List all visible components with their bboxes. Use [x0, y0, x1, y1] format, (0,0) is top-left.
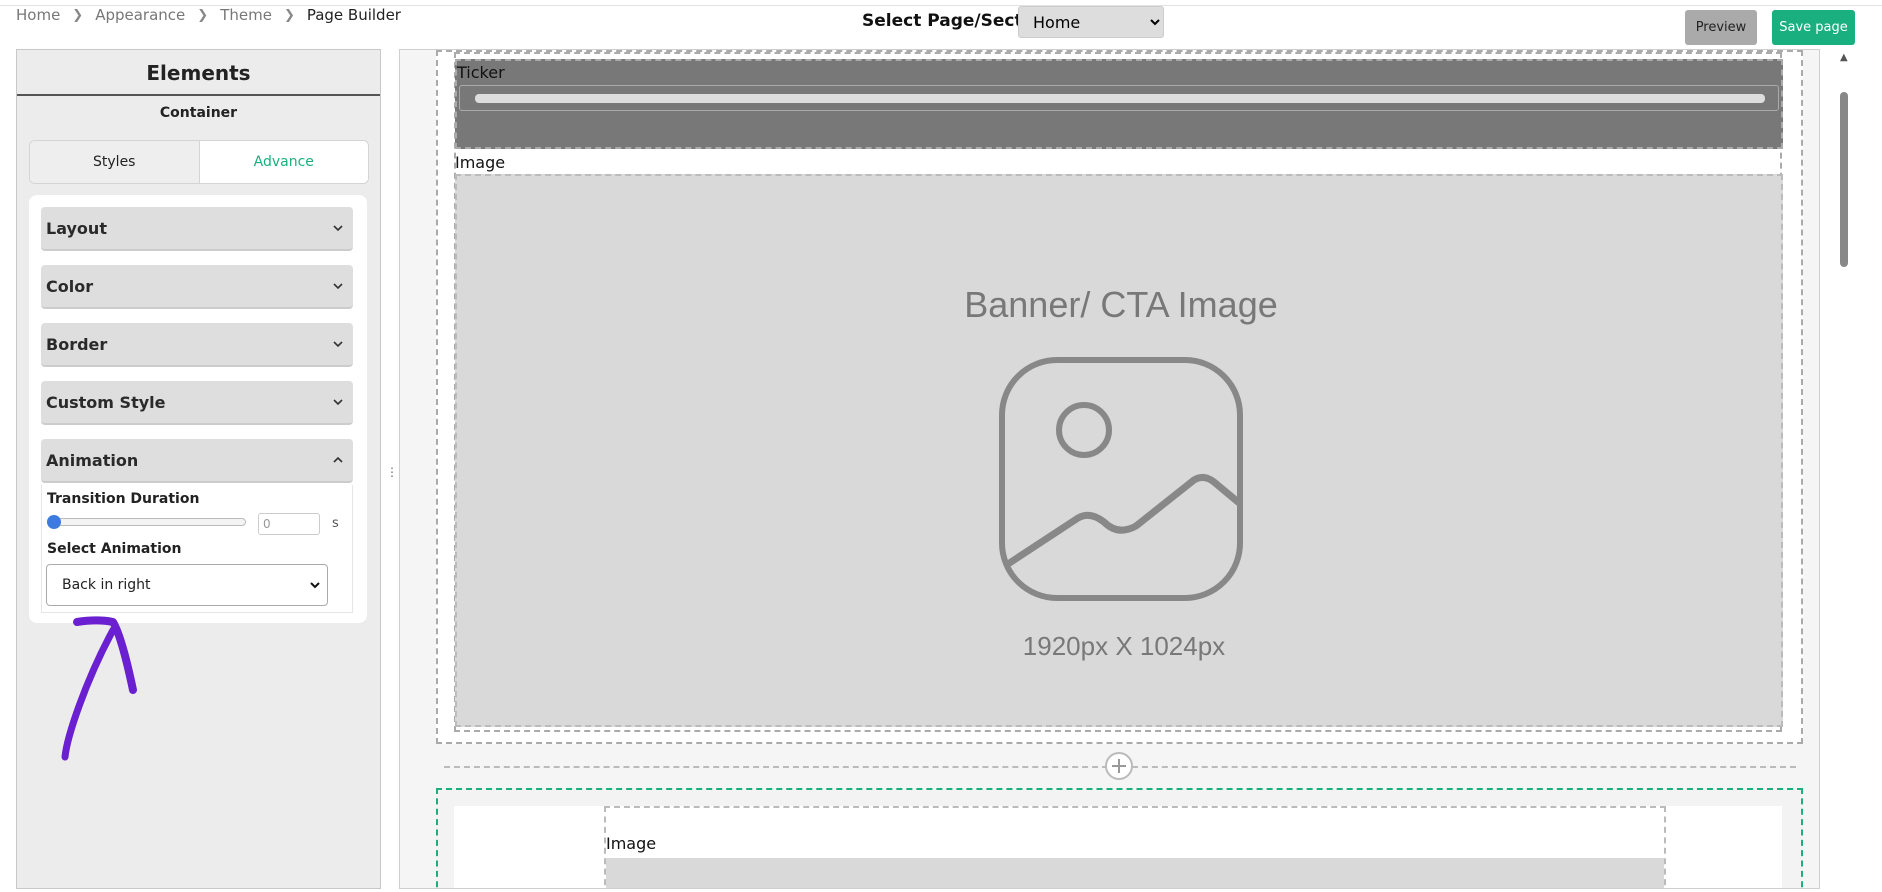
- tab-advance[interactable]: Advance: [199, 141, 368, 183]
- animation-select-value: Back in right: [62, 577, 151, 593]
- advance-panel: Layout Color Border Custom Style Animati…: [29, 195, 367, 623]
- sidebar-tabs: Styles Advance: [29, 140, 369, 184]
- tab-styles[interactable]: Styles: [30, 141, 200, 183]
- annotation-arrow-icon: [61, 616, 137, 761]
- scrollbar-thumb[interactable]: [1840, 92, 1848, 267]
- scroll-up-icon[interactable]: ▲: [1840, 52, 1848, 63]
- duration-slider-thumb[interactable]: [47, 515, 61, 529]
- accordion-label: Border: [46, 334, 108, 354]
- breadcrumb: Home ❯ Appearance ❯ Theme ❯ Page Builder: [16, 6, 401, 24]
- plus-icon: [1112, 759, 1126, 773]
- chevron-right-icon: ❯: [283, 7, 295, 23]
- preview-button[interactable]: Preview: [1685, 10, 1757, 45]
- second-image-placeholder: [606, 858, 1664, 888]
- accordion-layout[interactable]: Layout: [41, 207, 353, 251]
- duration-unit: s: [332, 516, 339, 531]
- chevron-down-icon: [310, 582, 320, 589]
- resize-handle-icon[interactable]: ⋮: [386, 465, 398, 479]
- selected-section[interactable]: Image: [436, 788, 1803, 888]
- chevron-down-icon: [333, 283, 343, 290]
- chevron-right-icon: ❯: [197, 7, 209, 23]
- accordion-label: Layout: [46, 218, 107, 238]
- breadcrumb-appearance[interactable]: Appearance: [95, 6, 185, 24]
- breadcrumb-theme[interactable]: Theme: [220, 6, 272, 24]
- accordion-border[interactable]: Border: [41, 323, 353, 367]
- banner-image-placeholder[interactable]: Banner/ CTA Image 1920px X 1024px: [455, 174, 1783, 727]
- second-image-label: Image: [606, 834, 657, 853]
- animation-select[interactable]: Back in right: [46, 564, 328, 606]
- breadcrumb-current: Page Builder: [306, 6, 401, 24]
- add-section-button[interactable]: [1105, 752, 1133, 780]
- sidebar-subtitle: Container: [159, 105, 238, 121]
- chevron-up-icon: [333, 456, 343, 463]
- accordion-label: Animation: [46, 450, 139, 470]
- chevron-down-icon: [333, 225, 343, 232]
- accordion-custom-style[interactable]: Custom Style: [41, 381, 353, 425]
- elements-sidebar: Elements Container Styles Advance Layout…: [16, 49, 381, 889]
- banner-title: Banner/ CTA Image: [964, 284, 1278, 325]
- accordion-label: Color: [46, 276, 94, 296]
- banner-size: 1920px X 1024px: [1022, 631, 1226, 661]
- top-bar: Home ❯ Appearance ❯ Theme ❯ Page Builder…: [0, 0, 1882, 50]
- duration-input[interactable]: 0: [258, 513, 320, 535]
- transition-duration-label: Transition Duration: [47, 491, 200, 507]
- page-section-select[interactable]: Home: [1018, 6, 1164, 38]
- chevron-right-icon: ❯: [72, 7, 84, 23]
- banner-section[interactable]: Ticker Image Banner/ CTA Image 1920px X …: [436, 50, 1803, 744]
- sidebar-title: Elements: [17, 50, 380, 96]
- accordion-animation[interactable]: Animation: [41, 439, 353, 483]
- ticker-label: Ticker: [457, 63, 505, 82]
- image-placeholder-icon: [999, 357, 1243, 601]
- chevron-down-icon: [333, 399, 343, 406]
- duration-slider[interactable]: [50, 518, 246, 526]
- page-canvas: Ticker Image Banner/ CTA Image 1920px X …: [399, 49, 1820, 889]
- ticker-track: [459, 85, 1779, 111]
- chevron-down-icon: [333, 341, 343, 348]
- accordion-color[interactable]: Color: [41, 265, 353, 309]
- select-animation-label: Select Animation: [47, 541, 182, 557]
- save-page-button[interactable]: Save page: [1772, 10, 1855, 45]
- image-label: Image: [455, 153, 506, 172]
- ticker-element[interactable]: Ticker: [455, 59, 1783, 149]
- accordion-label: Custom Style: [46, 392, 166, 412]
- animation-body: Transition Duration 0 s Select Animation…: [41, 485, 353, 613]
- canvas-scrollbar[interactable]: ▲: [1836, 52, 1850, 892]
- ticker-bar: [475, 94, 1765, 103]
- breadcrumb-home[interactable]: Home: [16, 6, 60, 24]
